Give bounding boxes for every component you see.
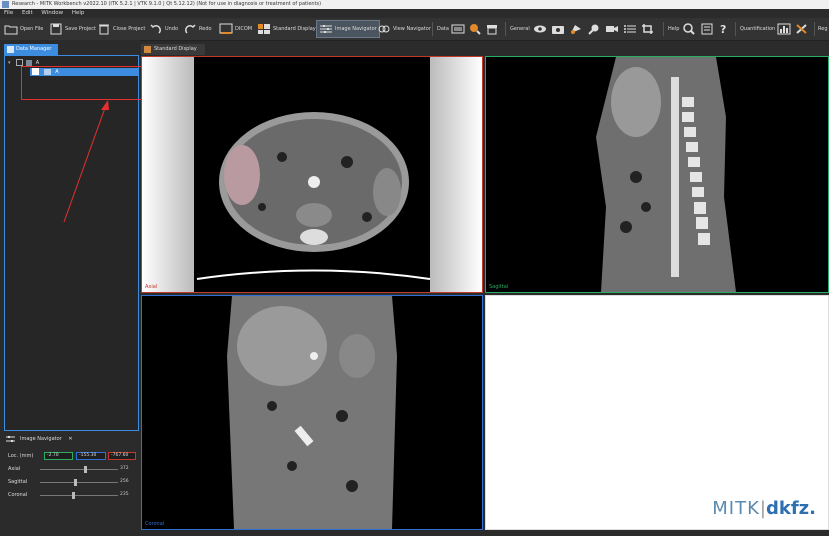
display-tabbar: Standard Display ✕ xyxy=(141,44,829,63)
coronal-slider-row: Coronal 235 xyxy=(8,490,136,500)
loc-y-input[interactable]: -155.30 xyxy=(76,452,106,460)
coronal-label: Coronal xyxy=(145,521,165,527)
coronal-slider-handle[interactable] xyxy=(72,492,76,499)
sliders-icon xyxy=(6,436,15,442)
coronal-view[interactable]: Coronal xyxy=(141,295,483,530)
standard-display-tab-label: Standard Display xyxy=(154,46,197,52)
loc-x-input[interactable]: -2.70 xyxy=(44,452,73,460)
sagittal-ct-image xyxy=(486,57,828,292)
loc-z-input[interactable]: -767.60 xyxy=(108,452,136,460)
sagittal-value[interactable]: 256 xyxy=(120,477,129,487)
image-navigator-panel: Loc. (mm) -2.70 -155.30 -767.60 Axial 37… xyxy=(4,446,138,508)
axial-slider-handle[interactable] xyxy=(83,466,87,473)
mitk-dkfz-logo: MITK|dkfz. xyxy=(712,498,816,519)
logo-dkfz: dkfz. xyxy=(765,498,816,519)
location-label: Loc. (mm) xyxy=(8,453,34,459)
axial-slider-row: Axial 372 xyxy=(8,464,136,474)
close-icon[interactable]: ✕ xyxy=(68,436,72,442)
logo-mitk: MITK xyxy=(712,498,760,519)
coronal-value[interactable]: 235 xyxy=(120,490,129,500)
image-navigator-tab[interactable]: Image Navigator ✕ xyxy=(4,433,73,445)
sagittal-label: Sagittal xyxy=(489,284,509,290)
3d-view[interactable]: MITK|dkfz. xyxy=(485,295,829,530)
sagittal-view[interactable]: Sagittal xyxy=(485,56,829,293)
display-icon xyxy=(144,46,151,53)
standard-display-tab[interactable]: Standard Display ✕ xyxy=(141,44,205,63)
sagittal-slider-handle[interactable] xyxy=(74,479,78,486)
image-navigator-tabbar: Image Navigator ✕ xyxy=(4,433,138,445)
location-row: Loc. (mm) -2.70 -155.30 -767.60 xyxy=(8,451,136,461)
axial-slider[interactable] xyxy=(40,469,118,470)
coronal-label: Coronal xyxy=(8,492,28,498)
coronal-slider[interactable] xyxy=(40,495,118,496)
axial-label: Axial xyxy=(145,284,158,290)
image-navigator-tab-label: Image Navigator xyxy=(20,436,62,442)
axial-value[interactable]: 372 xyxy=(120,464,129,474)
coronal-ct-image xyxy=(142,296,482,529)
axial-label: Axial xyxy=(8,466,21,472)
sagittal-slider[interactable] xyxy=(40,482,118,483)
sagittal-label: Sagittal xyxy=(8,479,28,485)
sagittal-slider-row: Sagittal 256 xyxy=(8,477,136,487)
axial-ct-image xyxy=(142,57,482,292)
axial-view[interactable]: Axial xyxy=(141,56,483,293)
